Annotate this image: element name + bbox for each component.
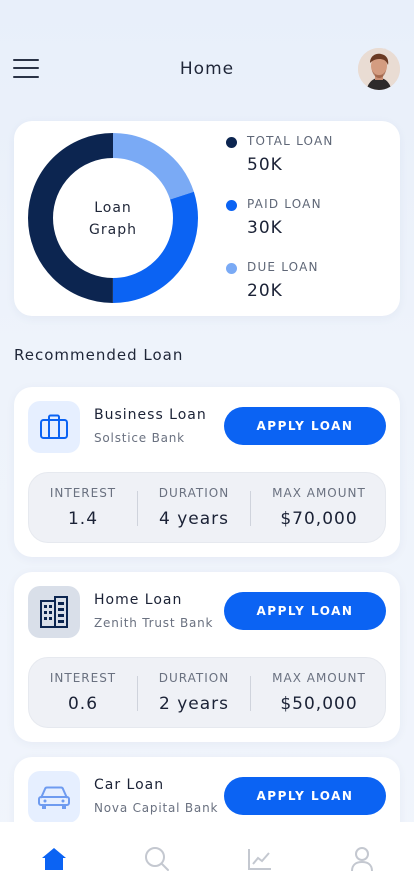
stat-duration: DURATION 4 years <box>138 473 250 544</box>
stat-label: INTEREST <box>49 486 117 500</box>
loan-stats: INTEREST 1.4 DURATION 4 years MAX AMOUNT… <box>28 472 386 543</box>
donut-label-line2: Graph <box>89 222 137 238</box>
stat-value: 2 years <box>158 694 229 714</box>
stat-value: 1.4 <box>67 509 99 529</box>
stat-duration: DURATION 2 years <box>138 658 250 729</box>
stat-label: INTEREST <box>49 671 117 685</box>
apply-loan-button[interactable]: APPLY LOAN <box>224 407 386 445</box>
loan-bank: Solstice Bank <box>94 431 185 445</box>
stat-value: $50,000 <box>280 694 358 714</box>
loan-name: Home Loan <box>94 592 183 608</box>
home-icon[interactable] <box>38 844 70 874</box>
stat-max-amount: MAX AMOUNT $70,000 <box>251 473 387 544</box>
chart-icon[interactable] <box>244 844 276 874</box>
stat-max-amount: MAX AMOUNT $50,000 <box>251 658 387 729</box>
loan-name: Business Loan <box>94 407 207 423</box>
donut-center-label: Loan Graph <box>28 197 198 241</box>
legend-label: DUE LOAN <box>247 260 319 274</box>
loan-bank: Zenith Trust Bank <box>94 616 214 630</box>
stat-value: $70,000 <box>280 509 358 529</box>
stat-label: DURATION <box>158 486 230 500</box>
loan-graph-card: Loan Graph TOTAL LOAN 50K PAID LOAN 30K … <box>14 121 400 316</box>
avatar-image <box>358 48 400 90</box>
car-icon <box>28 771 80 823</box>
briefcase-icon <box>28 401 80 453</box>
legend-dot <box>226 137 237 148</box>
legend-label: TOTAL LOAN <box>247 134 334 148</box>
apply-loan-button[interactable]: APPLY LOAN <box>224 777 386 815</box>
loan-stats: INTEREST 0.6 DURATION 2 years MAX AMOUNT… <box>28 657 386 728</box>
top-bar: Home <box>0 0 414 130</box>
legend-dot <box>226 200 237 211</box>
search-icon[interactable] <box>141 844 173 874</box>
legend-value: 20K <box>247 281 283 301</box>
loan-card-home: Home Loan Zenith Trust Bank APPLY LOAN I… <box>14 572 400 742</box>
building-icon <box>28 586 80 638</box>
stat-interest: INTEREST 1.4 <box>29 473 137 544</box>
stat-label: MAX AMOUNT <box>272 486 366 500</box>
stat-value: 4 years <box>158 509 229 529</box>
loan-card-business: Business Loan Solstice Bank APPLY LOAN I… <box>14 387 400 557</box>
bottom-navigation <box>0 822 414 896</box>
legend-value: 50K <box>247 155 283 175</box>
loan-name: Car Loan <box>94 777 165 793</box>
legend-dot <box>226 263 237 274</box>
avatar[interactable] <box>358 48 400 90</box>
loan-bank: Nova Capital Bank <box>94 801 219 815</box>
page-title: Home <box>179 59 235 79</box>
profile-icon[interactable] <box>346 844 378 874</box>
apply-loan-button[interactable]: APPLY LOAN <box>224 592 386 630</box>
stat-value: 0.6 <box>67 694 99 714</box>
stat-label: DURATION <box>158 671 230 685</box>
legend-label: PAID LOAN <box>247 197 322 211</box>
stat-interest: INTEREST 0.6 <box>29 658 137 729</box>
section-title: Recommended Loan <box>14 346 184 364</box>
stat-label: MAX AMOUNT <box>272 671 366 685</box>
legend-value: 30K <box>247 218 283 238</box>
donut-label-line1: Loan <box>94 200 132 216</box>
